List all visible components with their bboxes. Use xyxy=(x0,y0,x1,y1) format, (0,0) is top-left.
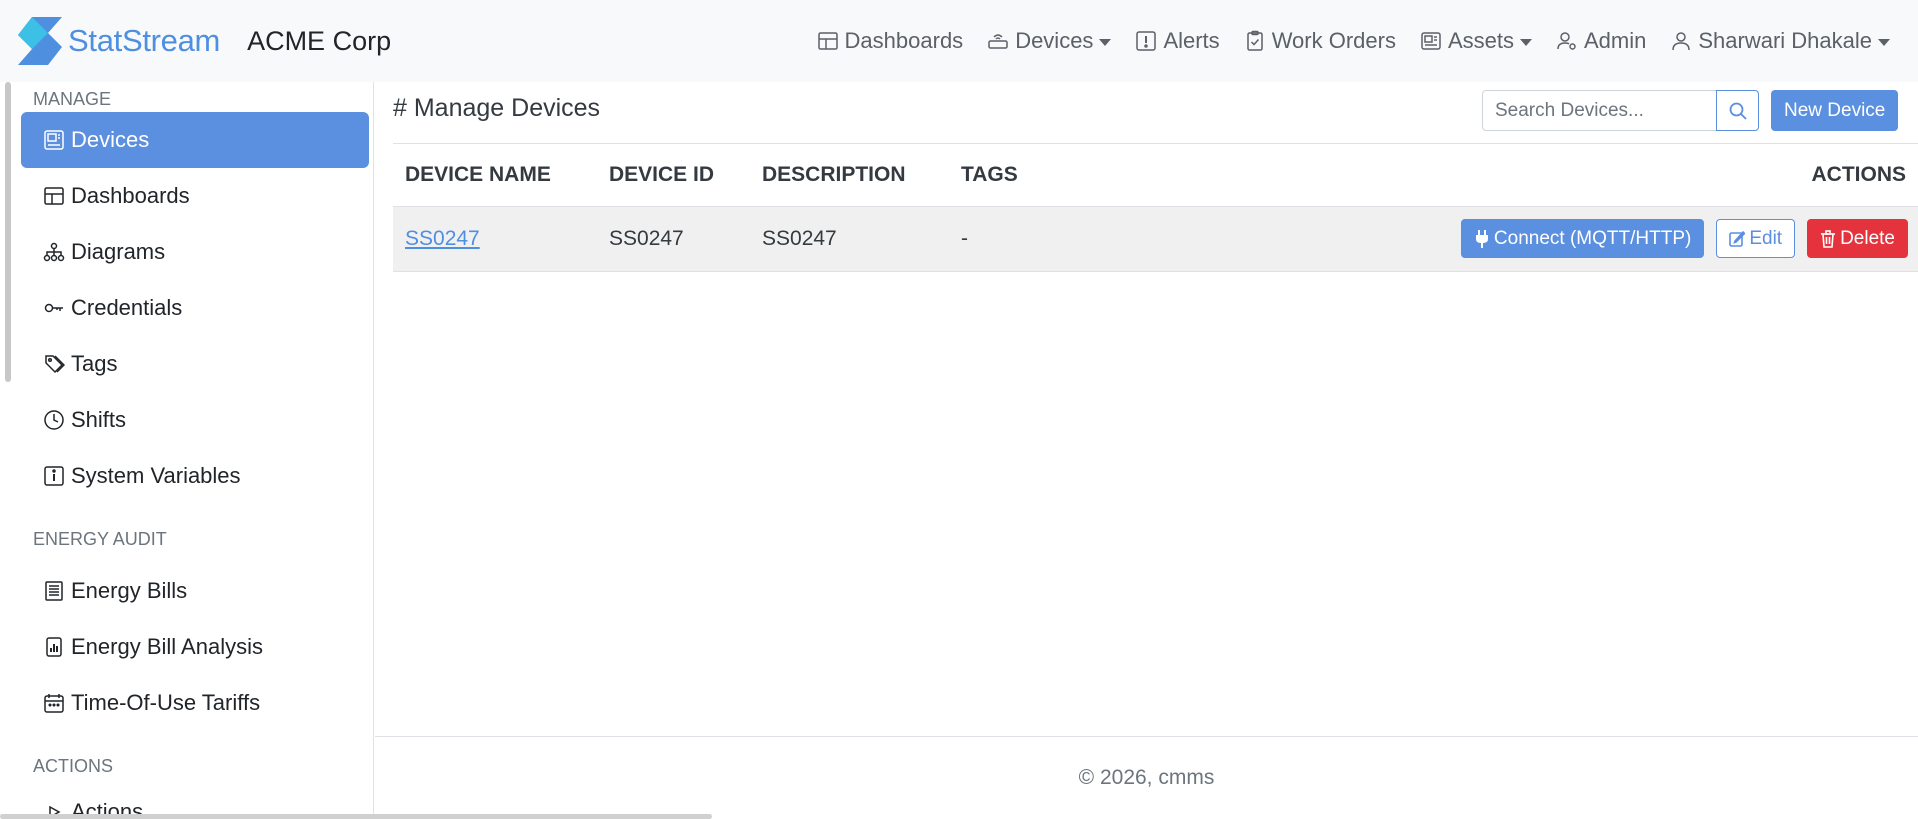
nav-admin[interactable]: Admin xyxy=(1556,28,1646,54)
key-icon xyxy=(44,303,63,313)
bill-icon xyxy=(45,581,63,601)
user-icon xyxy=(1672,32,1691,51)
sidebar-item-label: Devices xyxy=(71,127,150,152)
nav-work-orders-label: Work Orders xyxy=(1271,28,1396,53)
sidebar-section-manage: MANAGE xyxy=(33,89,112,109)
footer: © 2026, cmms xyxy=(375,736,1918,819)
chevron-down-icon xyxy=(1520,38,1532,46)
sidebar-item-dashboards[interactable]: Dashboards xyxy=(21,168,369,224)
column-header-tags[interactable]: TAGS xyxy=(949,144,1149,207)
nav-dashboards-label: Dashboards xyxy=(844,28,964,53)
trash-icon xyxy=(1821,229,1836,248)
tags-icon xyxy=(45,355,65,374)
main-content: # Manage Devices New Device DEVICE NAME … xyxy=(375,82,1918,819)
info-icon xyxy=(44,466,64,486)
nav-assets-label: Assets xyxy=(1447,28,1514,53)
clipboard-check-icon xyxy=(1246,30,1263,51)
search-button[interactable] xyxy=(1716,90,1759,131)
column-header-actions: ACTIONS xyxy=(1149,144,1918,207)
nav-user-label: Sharwari Dhakale xyxy=(1698,28,1872,53)
chart-file-icon xyxy=(46,637,62,657)
nav-user-menu[interactable]: Sharwari Dhakale xyxy=(1670,28,1890,54)
device-icon xyxy=(44,130,64,150)
search-input[interactable] xyxy=(1482,90,1717,131)
device-name-link[interactable]: SS0247 xyxy=(405,227,480,250)
nav-assets[interactable]: Assets xyxy=(1420,28,1532,54)
sidebar-item-system-variables[interactable]: System Variables xyxy=(21,448,369,504)
device-id-cell: SS0247 xyxy=(597,206,750,272)
edit-icon xyxy=(1729,230,1746,247)
table-header-row: DEVICE NAME DEVICE ID DESCRIPTION TAGS A… xyxy=(393,144,1918,207)
dashboard-icon xyxy=(44,187,64,205)
devices-table: DEVICE NAME DEVICE ID DESCRIPTION TAGS A… xyxy=(393,144,1918,272)
column-header-device-id[interactable]: DEVICE ID xyxy=(597,144,750,207)
sidebar-item-devices[interactable]: Devices xyxy=(21,112,369,168)
alert-icon xyxy=(1136,31,1157,51)
top-navbar: StatStream ACME Corp Dashboards Devices … xyxy=(0,0,1918,82)
nav-alerts[interactable]: Alerts xyxy=(1135,28,1220,54)
main-nav: Dashboards Devices Alerts Work Orders As… xyxy=(793,0,1890,82)
dashboard-icon xyxy=(817,32,838,50)
sidebar-item-label: Credentials xyxy=(71,295,183,320)
nav-devices-label: Devices xyxy=(1015,28,1094,53)
connect-button[interactable]: Connect (MQTT/HTTP) xyxy=(1460,219,1705,258)
sidebar-item-label: Energy Bills xyxy=(71,578,188,603)
plug-icon xyxy=(1475,229,1488,248)
sidebar-item-label: Time-Of-Use Tariffs xyxy=(71,690,261,715)
description-cell: SS0247 xyxy=(750,206,949,272)
device-name-cell: SS0247 xyxy=(393,206,597,272)
table-row: SS0247 SS0247 SS0247 - Connect (MQTT/HTT… xyxy=(393,206,1918,272)
sidebar-item-energy-bills[interactable]: Energy Bills xyxy=(21,563,369,619)
delete-button[interactable]: Delete xyxy=(1807,219,1908,258)
nav-dashboards[interactable]: Dashboards xyxy=(817,28,964,54)
delete-button-label: Delete xyxy=(1840,227,1895,249)
nav-alerts-label: Alerts xyxy=(1163,28,1220,53)
brand-name: StatStream xyxy=(68,23,221,58)
actions-cell: Connect (MQTT/HTTP) Edit Delete xyxy=(1149,206,1918,272)
calendar-icon xyxy=(44,694,64,713)
sidebar-scrollbar[interactable] xyxy=(5,82,11,382)
search-icon xyxy=(1729,102,1747,120)
horizontal-scrollbar[interactable] xyxy=(0,814,712,819)
sidebar-item-label: Dashboards xyxy=(71,183,190,208)
sidebar-item-label: Energy Bill Analysis xyxy=(71,634,263,659)
sidebar-item-tags[interactable]: Tags xyxy=(21,336,369,392)
sidebar-item-energy-bill-analysis[interactable]: Energy Bill Analysis xyxy=(21,619,369,675)
org-name: ACME Corp xyxy=(247,25,392,56)
nav-devices[interactable]: Devices xyxy=(987,28,1112,54)
router-icon xyxy=(988,34,1008,49)
tags-cell: - xyxy=(949,206,1149,272)
chevron-down-icon xyxy=(1099,38,1112,46)
column-header-description[interactable]: DESCRIPTION xyxy=(750,144,949,207)
sidebar-item-label: System Variables xyxy=(71,463,241,488)
sidebar-item-label: Shifts xyxy=(71,407,127,432)
sidebar-section-actions: ACTIONS xyxy=(33,756,114,776)
column-header-device-name[interactable]: DEVICE NAME xyxy=(393,144,597,207)
sidebar-item-label: Tags xyxy=(71,351,118,376)
sidebar-item-shifts[interactable]: Shifts xyxy=(21,392,369,448)
sidebar-section-energy-audit: ENERGY AUDIT xyxy=(33,529,167,549)
sidebar-item-label: Diagrams xyxy=(71,239,166,264)
sidebar-item-diagrams[interactable]: Diagrams xyxy=(21,224,369,280)
assets-icon xyxy=(1421,32,1441,50)
nav-admin-label: Admin xyxy=(1584,28,1647,53)
footer-text: © 2026, cmms xyxy=(1078,766,1215,789)
edit-button-label: Edit xyxy=(1749,227,1783,249)
search-group xyxy=(1482,90,1759,131)
sidebar: MANAGE Devices Dashboards Diagrams Crede… xyxy=(0,82,374,819)
user-gear-icon xyxy=(1557,32,1576,50)
new-device-button[interactable]: New Device xyxy=(1771,90,1899,131)
connect-button-label: Connect (MQTT/HTTP) xyxy=(1493,227,1692,249)
clock-icon xyxy=(44,410,64,430)
nav-work-orders[interactable]: Work Orders xyxy=(1244,28,1396,54)
brand[interactable]: StatStream xyxy=(18,17,220,65)
page-title: # Manage Devices xyxy=(393,94,601,122)
sidebar-item-credentials[interactable]: Credentials xyxy=(21,280,369,336)
statstream-logo-icon xyxy=(18,17,62,65)
chevron-down-icon xyxy=(1878,38,1890,46)
sidebar-item-time-of-use-tariffs[interactable]: Time-Of-Use Tariffs xyxy=(21,675,369,731)
diagram-icon xyxy=(43,242,65,262)
edit-button[interactable]: Edit xyxy=(1716,219,1796,258)
